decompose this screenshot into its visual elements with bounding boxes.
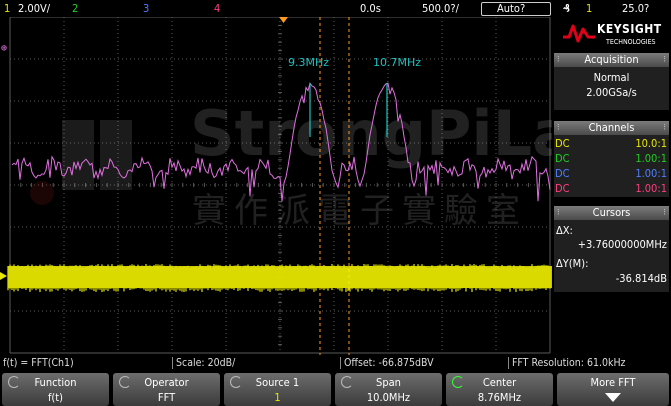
ch1-probe: 10.0:1 xyxy=(635,137,667,150)
more-fft-softkey[interactable]: More FFT xyxy=(557,373,669,406)
status-bar: 1 2.00V/ 2 3 4 0.0s 500.0?/ Auto? ₰ 1 25… xyxy=(0,0,671,17)
run-mode: Auto? xyxy=(497,2,526,15)
marker-label-right: 10.7MHz xyxy=(373,56,421,69)
brand-name: KEYSIGHT xyxy=(597,22,662,36)
trigger-source[interactable]: 1 xyxy=(586,0,592,17)
fft-scale: Scale: 20dB/ xyxy=(176,357,236,369)
trigger-edge-icon: ₰ xyxy=(563,2,570,15)
cursors-header[interactable]: Cursors xyxy=(554,206,669,220)
delta-x-label: ΔX: xyxy=(556,224,573,237)
ch4-coupling: DC xyxy=(555,182,570,195)
operator-softkey[interactable]: Operator FFT xyxy=(113,373,220,406)
trigger-level[interactable]: 25.0? xyxy=(622,0,649,17)
time-offset[interactable]: 0.0s xyxy=(360,0,381,17)
ch1-number[interactable]: 1 xyxy=(4,0,10,17)
ch4-probe: 1.00:1 xyxy=(635,182,667,195)
brand-subtitle: TECHNOLOGIES xyxy=(606,38,656,46)
fft-resolution: FFT Resolution: 61.0kHz xyxy=(512,357,626,369)
cursors-box[interactable]: ΔX: +3.76000000MHz ΔY(M): -36.814dB xyxy=(554,220,669,292)
function-softkey[interactable]: Function f(t) xyxy=(2,373,109,406)
ch1-trace xyxy=(7,264,552,292)
marker-label-left: 9.3MHz xyxy=(288,56,329,69)
trigger-position-icon xyxy=(279,17,288,23)
brand-logo: KEYSIGHT TECHNOLOGIES xyxy=(554,17,669,50)
delta-y-label: ΔY(M): xyxy=(556,257,589,270)
delta-x-value: +3.76000000MHz xyxy=(577,238,667,251)
ch2-number[interactable]: 2 xyxy=(72,0,78,17)
delta-y-value: -36.814dB xyxy=(615,272,667,285)
watermark: StrongPiLab 實作派電子實驗室 xyxy=(30,97,552,231)
fft-offset: Offset: -66.875dBV xyxy=(344,357,434,369)
source1-softkey[interactable]: Source 1 1 xyxy=(224,373,331,406)
ch1-ground-marker[interactable] xyxy=(0,272,7,280)
center-softkey[interactable]: Center 8.76MHz xyxy=(446,373,553,406)
softkey-menu: Function f(t) Operator FFT Source 1 1 Sp… xyxy=(0,371,671,406)
side-panel: KEYSIGHT TECHNOLOGIES Acquisition Normal… xyxy=(552,17,671,355)
ch3-number[interactable]: 3 xyxy=(143,0,149,17)
acquisition-box[interactable]: Normal 2.00GSa/s xyxy=(554,67,669,110)
ch1-coupling: DC xyxy=(555,137,570,150)
channels-header[interactable]: Channels xyxy=(554,121,669,135)
function-expression: f(t) = FFT(Ch1) xyxy=(3,357,74,369)
waveform-display[interactable]: StrongPiLab 實作派電子實驗室 9.3MHz 10.7MHz ⊕ xyxy=(0,17,552,355)
ch3-coupling: DC xyxy=(555,167,570,180)
acquisition-header[interactable]: Acquisition xyxy=(554,53,669,67)
watermark-subtitle: 實作派電子實驗室 xyxy=(192,191,528,231)
sample-rate: 2.00GSa/s xyxy=(586,86,637,99)
ch3-probe: 1.00:1 xyxy=(635,167,667,180)
span-softkey[interactable]: Span 10.0MHz xyxy=(335,373,442,406)
ch1-scale[interactable]: 2.00V/ xyxy=(18,0,50,17)
arrow-down-icon xyxy=(605,393,621,402)
math-info-bar: f(t) = FFT(Ch1) Scale: 20dB/ Offset: -66… xyxy=(0,356,671,370)
ch4-number[interactable]: 4 xyxy=(214,0,220,17)
channels-box[interactable]: DC 10.0:1 DC 1.00:1 DC 1.00:1 DC 1.00:1 xyxy=(554,135,669,197)
keysight-wave-icon xyxy=(563,24,595,43)
time-scale[interactable]: 500.0?/ xyxy=(422,0,459,17)
acquisition-mode: Normal xyxy=(593,71,630,84)
ch2-probe: 1.00:1 xyxy=(635,152,667,165)
ch2-coupling: DC xyxy=(555,152,570,165)
math-ground-marker: ⊕ xyxy=(1,43,7,54)
